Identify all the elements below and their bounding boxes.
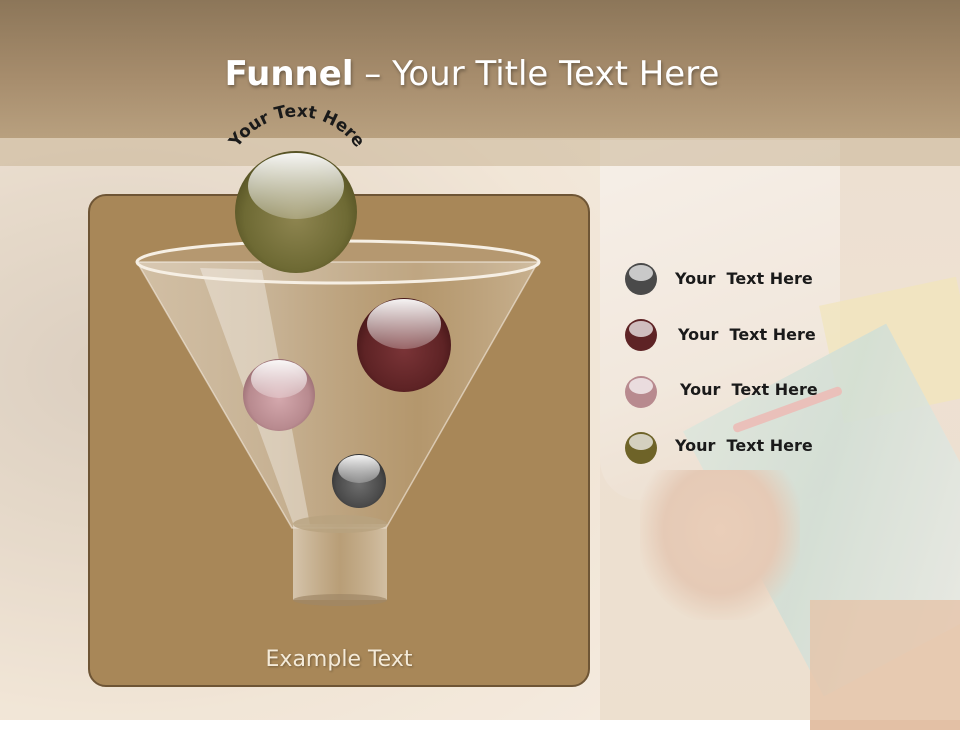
legend-ball-1 <box>625 263 657 295</box>
funnel-cylinder <box>293 524 387 600</box>
ball-top <box>235 151 357 273</box>
ball-gray <box>332 454 386 508</box>
example-text[interactable]: Example Text <box>88 647 590 672</box>
legend-ball-4 <box>625 432 657 464</box>
legend-label-4[interactable]: Your Text Here <box>675 436 813 455</box>
legend-ball-2 <box>625 319 657 351</box>
ball-pink <box>243 359 315 431</box>
legend-label-1[interactable]: Your Text Here <box>675 269 813 288</box>
legend-ball-3 <box>625 376 657 408</box>
legend-label-3[interactable]: Your Text Here <box>680 380 818 399</box>
funnel-graphic: Your Text Here <box>135 101 541 606</box>
legend-label-2[interactable]: Your Text Here <box>678 325 816 344</box>
ball-dark-red <box>357 298 451 392</box>
arc-text: Your Text Here <box>225 101 369 152</box>
cylinder-bottom <box>293 594 387 606</box>
cylinder-top <box>293 515 387 533</box>
